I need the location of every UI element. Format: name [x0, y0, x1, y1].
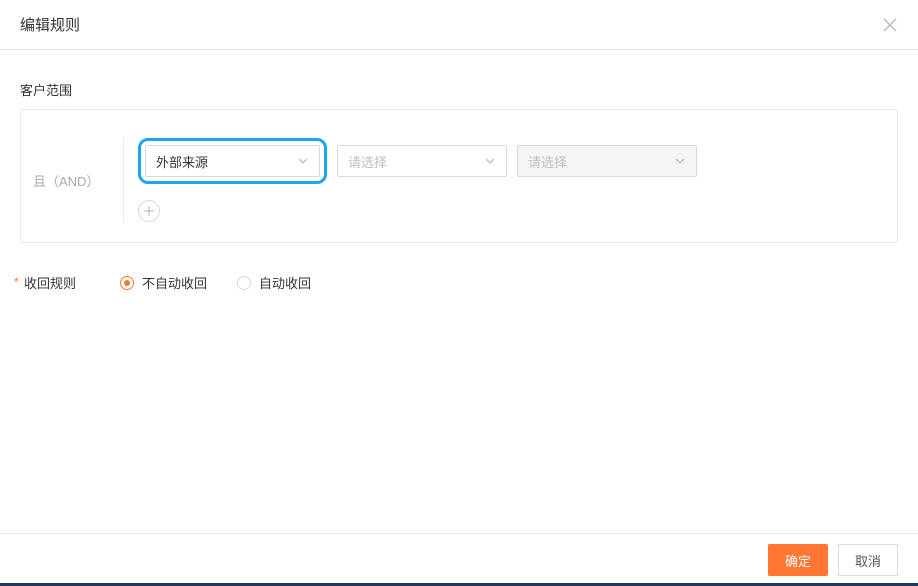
logic-and-label: 且（AND） — [33, 171, 123, 190]
source-select-value: 外部来源 — [156, 152, 208, 171]
radio-icon — [237, 276, 251, 290]
recall-label-text: 收回规则 — [24, 276, 76, 291]
chevron-down-icon — [674, 155, 686, 167]
add-condition-button[interactable] — [138, 200, 160, 222]
dialog-title: 编辑规则 — [20, 14, 80, 35]
scope-section-label: 客户范围 — [20, 80, 898, 99]
chevron-down-icon — [484, 155, 496, 167]
condition-row: 外部来源 请选择 请选择 — [138, 138, 877, 184]
recall-rule-label: * 收回规则 — [20, 273, 120, 292]
operator-select-placeholder: 请选择 — [348, 152, 387, 171]
confirm-button[interactable]: 确定 — [768, 544, 828, 576]
chevron-down-icon — [297, 155, 309, 167]
value-select-placeholder: 请选择 — [528, 152, 567, 171]
dialog-body: 客户范围 且（AND） 外部来源 请选择 — [0, 50, 918, 312]
scope-box: 且（AND） 外部来源 请选择 — [20, 109, 898, 243]
source-select[interactable]: 外部来源 — [145, 145, 320, 177]
radio-auto-label: 自动收回 — [259, 273, 311, 292]
conditions-wrap: 外部来源 请选择 请选择 — [123, 138, 877, 222]
source-select-highlight: 外部来源 — [138, 138, 327, 184]
recall-rule-row: * 收回规则 不自动收回 自动收回 — [20, 273, 898, 292]
operator-select[interactable]: 请选择 — [337, 145, 507, 177]
radio-icon — [120, 276, 134, 290]
cancel-button[interactable]: 取消 — [838, 544, 898, 576]
recall-radio-group: 不自动收回 自动收回 — [120, 273, 311, 292]
close-icon[interactable] — [882, 17, 898, 33]
required-star: * — [14, 275, 19, 289]
dialog-footer: 确定 取消 — [0, 533, 918, 586]
value-select[interactable]: 请选择 — [517, 145, 697, 177]
radio-no-auto-recall[interactable]: 不自动收回 — [120, 273, 207, 292]
dialog-header: 编辑规则 — [0, 0, 918, 50]
radio-no-auto-label: 不自动收回 — [142, 273, 207, 292]
radio-auto-recall[interactable]: 自动收回 — [237, 273, 311, 292]
